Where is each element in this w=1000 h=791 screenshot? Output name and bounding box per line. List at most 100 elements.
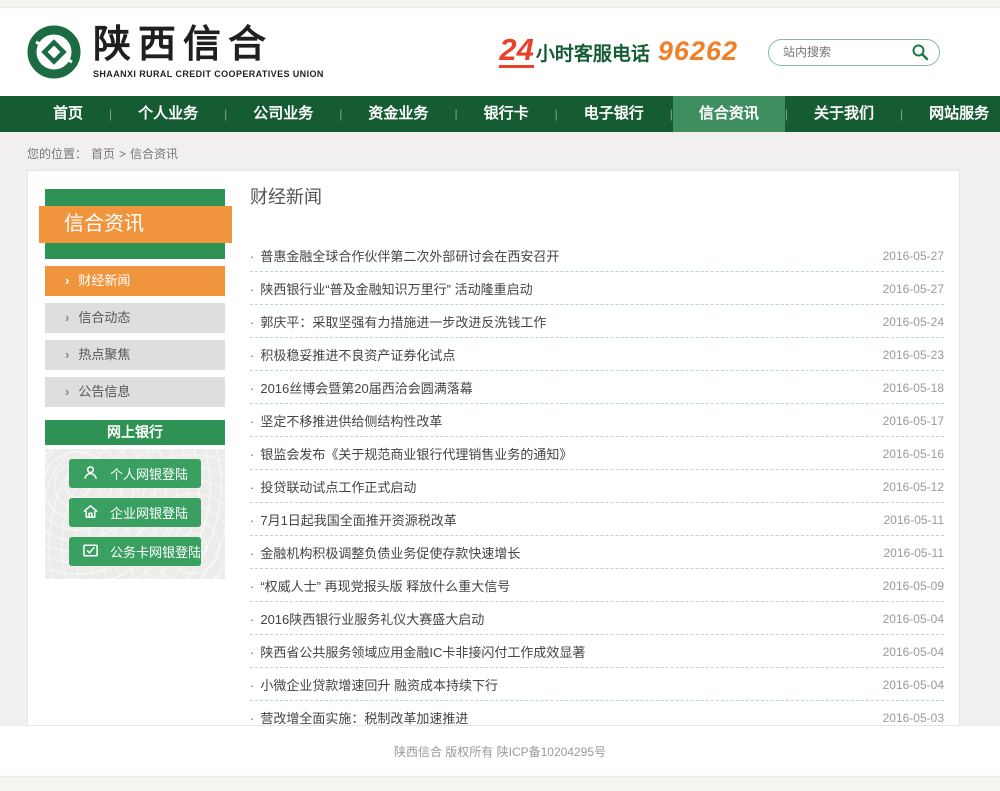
breadcrumb: 您的位置： 首页 > 信合资讯 (27, 132, 960, 170)
news-title: ·郭庆平：采取坚强有力措施进一步改进反洗钱工作 (250, 312, 546, 331)
service-hotline: 24 小时客服电话 96262 (499, 36, 738, 67)
news-title-text: 陕西省公共服务领域应用金融IC卡非接闪付工作成效显著 (260, 645, 585, 660)
news-date: 2016-05-04 (883, 678, 944, 692)
news-date: 2016-05-16 (883, 447, 944, 461)
news-title-text: 小微企业贷款增速回升 融资成本持续下行 (260, 678, 498, 693)
sidebar-menu-label: 信合动态 (78, 310, 130, 325)
news-row[interactable]: ·2016陕西银行业服务礼仪大赛盛大启动 2016-05-04 (250, 602, 944, 635)
nav-item[interactable]: 资金业务 (342, 96, 454, 132)
news-title: ·小微企业贷款增速回升 融资成本持续下行 (250, 675, 498, 694)
official-card-ebank-login-button[interactable]: 公务卡网银登陆 (69, 537, 201, 566)
news-row[interactable]: ·郭庆平：采取坚强有力措施进一步改进反洗钱工作 2016-05-24 (250, 305, 944, 338)
news-date: 2016-05-11 (884, 513, 945, 527)
bullet-icon: · (250, 612, 254, 627)
bullet-icon: · (250, 282, 254, 297)
nav-list: 首页 | 个人业务 | 公司业务 | 资金业务 | 银行卡 | (27, 96, 960, 132)
news-date: 2016-05-11 (884, 546, 945, 560)
sidebar-menu-item[interactable]: ›热点聚焦 (45, 340, 225, 370)
sidebar-section-title: 信合资讯 (39, 206, 232, 243)
news-title: ·陕西银行业“普及金融知识万里行” 活动隆重启动 (250, 279, 533, 298)
sidebar-menu: ›财经新闻 › 信合动态 ›热点聚焦 ›公告信息 (45, 266, 225, 407)
nav-item[interactable]: 电子银行 (558, 96, 670, 132)
news-date: 2016-05-04 (883, 645, 944, 659)
breadcrumb-current[interactable]: 信合资讯 (130, 147, 178, 161)
news-title: · 银监会发布《关于规范商业银行代理销售业务的通知》 (250, 444, 572, 463)
news-title-text: “权威人士” 再现党报头版 释放什么重大信号 (260, 579, 510, 594)
hotline-label: 小时客服电话 (536, 39, 650, 66)
news-title: · 金融机构积极调整负债业务促使存款快速增长 (250, 543, 520, 562)
sidebar-menu-item[interactable]: ›财经新闻 (45, 266, 225, 296)
news-row[interactable]: · 金融机构积极调整负债业务促使存款快速增长 2016-05-11 (250, 536, 944, 569)
news-date: 2016-05-03 (883, 711, 944, 725)
breadcrumb-home-link[interactable]: 首页 (91, 147, 115, 161)
logo-emblem-icon (27, 25, 81, 79)
news-row[interactable]: · 银监会发布《关于规范商业银行代理销售业务的通知》 2016-05-16 (250, 437, 944, 470)
logo-text: 陕西信合 SHAANXI RURAL CREDIT COOPERATIVES U… (93, 26, 324, 79)
site-logo[interactable]: 陕西信合 SHAANXI RURAL CREDIT COOPERATIVES U… (27, 25, 324, 79)
button-label: 个人网银登陆 (110, 464, 188, 483)
news-row[interactable]: ·投贷联动试点工作正式启动 2016-05-12 (250, 470, 944, 503)
bullet-icon: · (250, 447, 254, 462)
news-title-text: 投贷联动试点工作正式启动 (260, 480, 416, 495)
news-row[interactable]: ·普惠金融全球合作伙伴第二次外部研讨会在西安召开 2016-05-27 (250, 239, 944, 272)
news-row[interactable]: ·陕西省公共服务领域应用金融IC卡非接闪付工作成效显著 2016-05-04 (250, 635, 944, 668)
bottom-strip (0, 776, 1000, 791)
news-title-text: 坚定不移推进供给侧结构性改革 (260, 414, 442, 429)
bullet-icon: · (250, 546, 254, 561)
news-title-text: 2016丝博会暨第20届西洽会圆满落幕 (260, 381, 472, 396)
top-strip (0, 0, 1000, 8)
news-date: 2016-05-23 (883, 348, 944, 362)
nav-item[interactable]: 信合资讯 (673, 96, 785, 132)
news-date: 2016-05-04 (883, 612, 944, 626)
news-title-text: 7月1日起我国全面推开资源税改革 (260, 513, 456, 528)
online-bank-panel: 个人网银登陆 企业网银登陆 (45, 449, 225, 579)
search-input[interactable] (783, 45, 911, 59)
breadcrumb-prefix: 您的位置： (27, 147, 87, 161)
sidebar: 信合资讯 ›财经新闻 ›信合动态 ›热点聚焦 ›公告信息 网上银行 (45, 189, 225, 725)
hotline-24: 24 (499, 37, 533, 67)
sidebar-menu-item[interactable]: › 信合动态 (45, 303, 225, 333)
news-row[interactable]: ·陕西银行业“普及金融知识万里行” 活动隆重启动 2016-05-27 (250, 272, 944, 305)
nav-item[interactable]: 个人业务 (112, 96, 224, 132)
news-title: · 坚定不移推进供给侧结构性改革 (250, 411, 442, 430)
nav-item[interactable]: 关于我们 (788, 96, 900, 132)
news-row[interactable]: ·7月1日起我国全面推开资源税改革 2016-05-11 (250, 503, 944, 536)
news-title: ·2016陕西银行业服务礼仪大赛盛大启动 (250, 609, 484, 628)
chevron-right-icon: › (65, 384, 69, 399)
news-row[interactable]: ·“权威人士” 再现党报头版 释放什么重大信号 2016-05-09 (250, 569, 944, 602)
site-footer: 陕西信合 版权所有 陕ICP备10204295号 (0, 726, 1000, 776)
bullet-icon: · (250, 579, 254, 594)
news-title-text: 金融机构积极调整负债业务促使存款快速增长 (260, 546, 520, 561)
news-row[interactable]: ·小微企业贷款增速回升 融资成本持续下行 2016-05-04 (250, 668, 944, 701)
content-panel: 信合资讯 ›财经新闻 ›信合动态 ›热点聚焦 ›公告信息 网上银行 (27, 170, 960, 726)
news-row[interactable]: ·营改增全面实施：税制改革加速推进 2016-05-03 (250, 701, 944, 726)
news-row[interactable]: ·积极稳妥推进不良资产证券化试点 2016-05-23 (250, 338, 944, 371)
logo-subtitle: SHAANXI RURAL CREDIT COOPERATIVES UNION (93, 69, 324, 79)
nav-item[interactable]: 网站服务 (903, 96, 1000, 132)
nav-item[interactable]: 公司业务 (227, 96, 339, 132)
site-search (768, 39, 940, 66)
news-section: 财经新闻 ·普惠金融全球合作伙伴第二次外部研讨会在西安召开 2016-05-27… (225, 171, 959, 725)
bullet-icon: · (250, 414, 254, 429)
sidebar-header: 信合资讯 (45, 189, 225, 259)
chevron-right-icon: › (65, 310, 69, 325)
copyright-text: 陕西信合 版权所有 陕ICP备10204295号 (394, 743, 606, 760)
nav-item[interactable]: 银行卡 (458, 96, 555, 132)
chevron-right-icon: › (65, 347, 69, 362)
site-header: 陕西信合 SHAANXI RURAL CREDIT COOPERATIVES U… (0, 8, 1000, 96)
home-icon (82, 503, 99, 523)
corporate-ebank-login-button[interactable]: 企业网银登陆 (69, 498, 201, 527)
news-row[interactable]: ·坚定不移推进供给侧结构性改革 2016-05-17 (250, 404, 944, 437)
personal-ebank-login-button[interactable]: 个人网银登陆 (69, 459, 201, 488)
news-row[interactable]: ·2016丝博会暨第20届西洽会圆满落幕 2016-05-18 (250, 371, 944, 404)
search-icon[interactable] (911, 43, 929, 61)
news-title-text: 银监会发布《关于规范商业银行代理销售业务的通知》 (260, 447, 572, 462)
news-title-text: 积极稳妥推进不良资产证券化试点 (260, 348, 455, 363)
button-label: 公务卡网银登陆 (110, 542, 201, 561)
logo-title: 陕西信合 (93, 26, 324, 64)
hotline-number: 96262 (658, 36, 738, 67)
news-title: ·积极稳妥推进不良资产证券化试点 (250, 345, 455, 364)
sidebar-menu-item[interactable]: ›公告信息 (45, 377, 225, 407)
breadcrumb-separator: > (119, 147, 126, 161)
nav-item[interactable]: 首页 (27, 96, 109, 132)
